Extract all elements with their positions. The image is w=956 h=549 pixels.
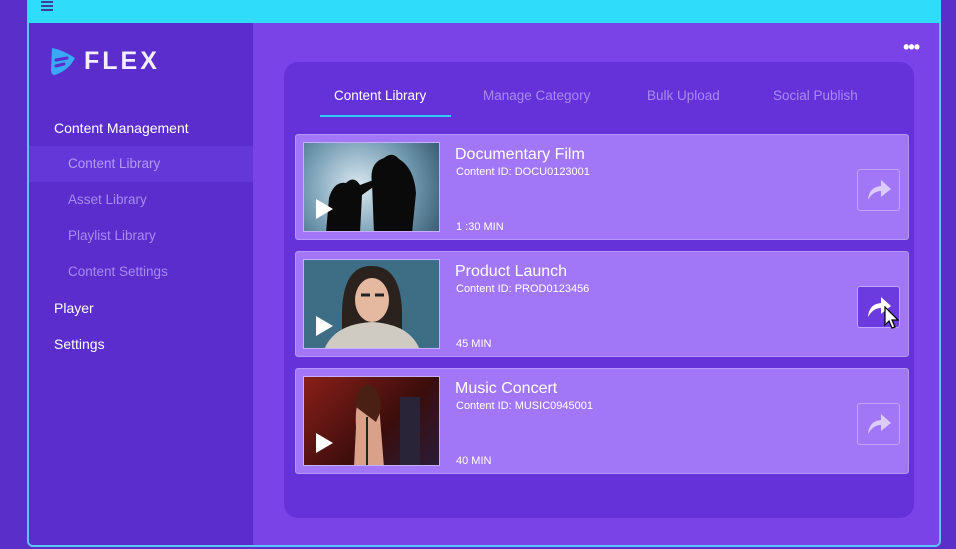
- tab-manage-category[interactable]: Manage Category: [483, 88, 590, 103]
- content-item[interactable]: Documentary Film Content ID: DOCU0123001…: [295, 134, 909, 240]
- content-title: Documentary Film: [455, 146, 585, 163]
- sidebar-item-content-library[interactable]: Content Library: [29, 146, 253, 182]
- top-bar: [27, 0, 941, 23]
- share-button[interactable]: [857, 403, 900, 445]
- share-icon: [867, 180, 891, 200]
- hamburger-menu-icon[interactable]: [41, 0, 53, 12]
- content-title: Music Concert: [455, 380, 558, 397]
- sidebar-nav: Content Management Content Library Asset…: [29, 110, 253, 362]
- content-duration: 40 MIN: [456, 455, 492, 467]
- content-id: Content ID: DOCU0123001: [456, 166, 590, 178]
- thumbnail[interactable]: [303, 259, 440, 349]
- share-button[interactable]: [857, 169, 900, 211]
- play-icon[interactable]: [316, 433, 333, 453]
- mouse-cursor-icon: [884, 306, 900, 329]
- main-area: ••• Content Library Manage Category Bulk…: [253, 23, 939, 545]
- tab-bar: Content Library Manage Category Bulk Upl…: [284, 62, 914, 118]
- sidebar-item-playlist-library[interactable]: Playlist Library: [29, 218, 253, 254]
- app-window: FLEX Content Management Content Library …: [27, 23, 941, 547]
- play-icon[interactable]: [316, 316, 333, 336]
- sidebar-item-settings[interactable]: Settings: [29, 326, 253, 362]
- sidebar-item-player[interactable]: Player: [29, 290, 253, 326]
- app-name: FLEX: [84, 46, 160, 75]
- content-id: Content ID: PROD0123456: [456, 283, 590, 295]
- flex-logo-icon: [51, 48, 75, 75]
- logo: FLEX: [49, 46, 160, 76]
- content-title: Product Launch: [455, 263, 568, 280]
- content-id: Content ID: MUSIC0945001: [456, 400, 593, 412]
- active-tab-indicator: [320, 115, 451, 117]
- tab-social-publish[interactable]: Social Publish: [773, 88, 858, 103]
- tab-bulk-upload[interactable]: Bulk Upload: [647, 88, 720, 103]
- share-icon: [867, 414, 891, 434]
- sidebar: FLEX Content Management Content Library …: [29, 23, 253, 545]
- tab-content-library[interactable]: Content Library: [334, 88, 426, 103]
- content-panel: Content Library Manage Category Bulk Upl…: [284, 62, 914, 518]
- content-duration: 1 :30 MIN: [456, 221, 504, 233]
- sidebar-item-asset-library[interactable]: Asset Library: [29, 182, 253, 218]
- thumbnail[interactable]: [303, 142, 440, 232]
- sidebar-item-content-settings[interactable]: Content Settings: [29, 254, 253, 290]
- sidebar-item-content-management[interactable]: Content Management: [29, 110, 253, 146]
- thumbnail[interactable]: [303, 376, 440, 466]
- content-item[interactable]: Product Launch Content ID: PROD0123456 4…: [295, 251, 909, 357]
- more-options-icon[interactable]: •••: [903, 37, 920, 58]
- play-icon[interactable]: [316, 199, 333, 219]
- content-duration: 45 MIN: [456, 338, 492, 350]
- content-item[interactable]: Music Concert Content ID: MUSIC0945001 4…: [295, 368, 909, 474]
